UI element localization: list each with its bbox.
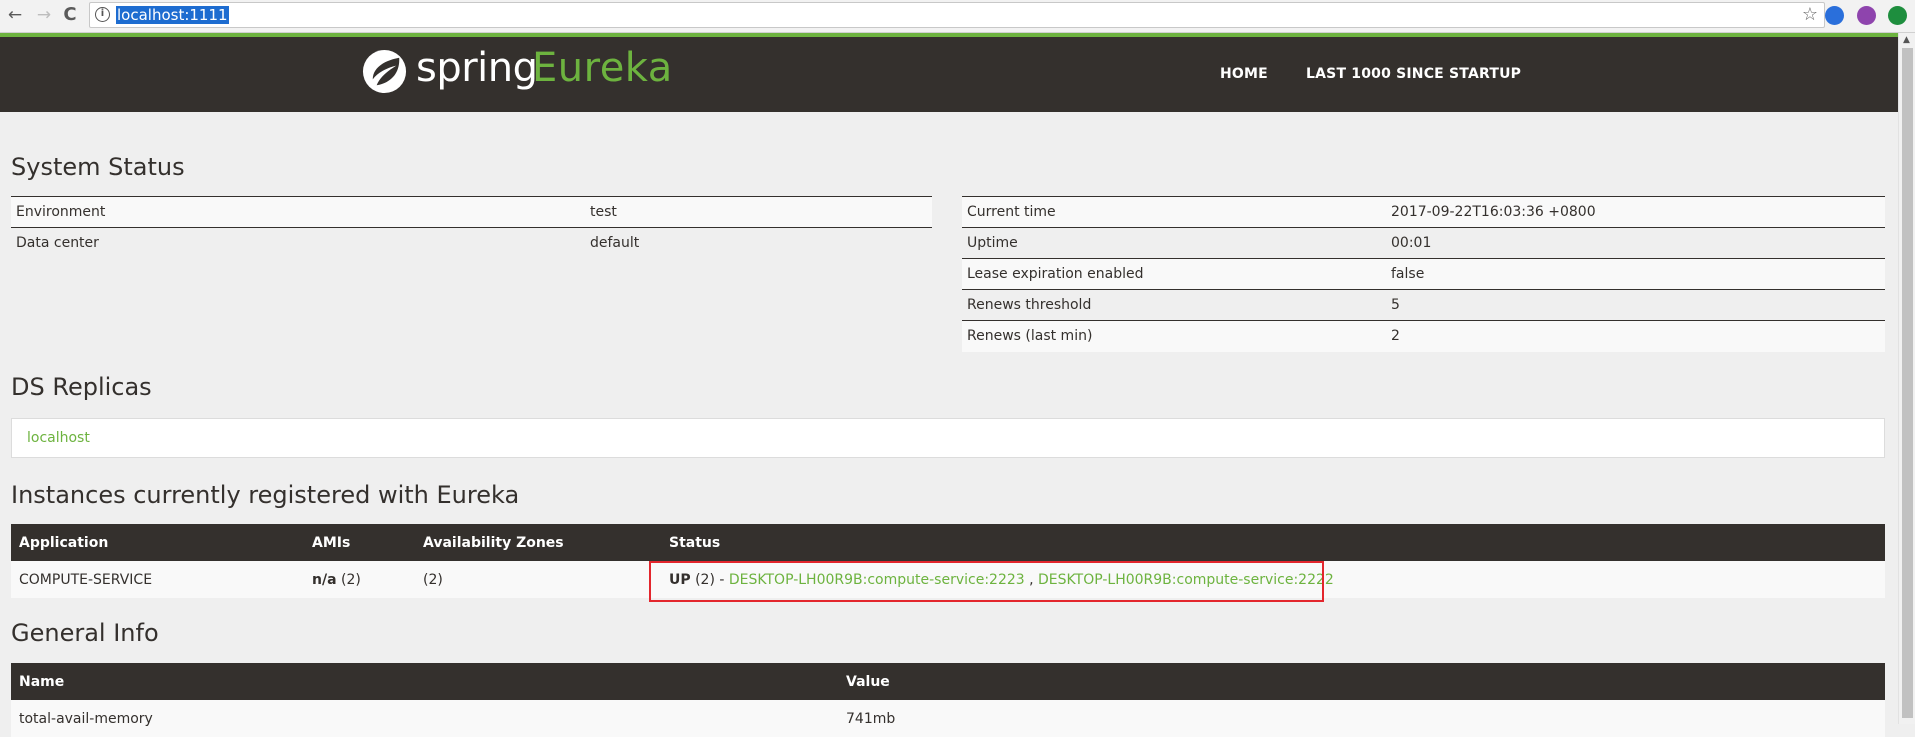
system-status-left-table: Environment test Data center default	[11, 196, 932, 259]
spring-leaf-logo-icon	[362, 49, 407, 94]
amis-label: n/a	[312, 571, 337, 588]
info-name: total-avail-memory	[11, 700, 838, 737]
site-info-icon[interactable]: i	[95, 7, 110, 22]
brand-spring: spring	[416, 45, 538, 91]
status-key: Lease expiration enabled	[962, 258, 1386, 290]
general-info-title: General Info	[11, 619, 159, 647]
chrome-extension-icon-green[interactable]	[1888, 6, 1907, 25]
system-status-right-table: Current time 2017-09-22T16:03:36 +0800 U…	[962, 196, 1885, 352]
back-arrow-icon[interactable]: ←	[3, 3, 27, 27]
status-highlight-box	[649, 561, 1324, 602]
address-bar[interactable]: i localhost:1111 ☆	[89, 2, 1825, 28]
forward-arrow-icon[interactable]: →	[32, 3, 56, 27]
status-key: Data center	[11, 227, 585, 259]
table-row: Renews (last min) 2	[962, 320, 1885, 352]
page-scrollbar[interactable]: ▲	[1898, 33, 1915, 724]
eureka-navbar: spring Eureka HOME LAST 1000 SINCE START…	[0, 33, 1898, 112]
nav-home-link[interactable]: HOME	[1220, 66, 1268, 82]
table-row: total-avail-memory 741mb	[11, 700, 1885, 737]
status-value: 2017-09-22T16:03:36 +0800	[1386, 196, 1885, 228]
table-row: Data center default	[11, 227, 932, 259]
status-value: false	[1386, 258, 1885, 290]
column-header-status: Status	[661, 524, 1885, 561]
chrome-extension-icon-blue[interactable]	[1825, 6, 1844, 25]
table-header-row: Name Value	[11, 663, 1885, 700]
brand-eureka: Eureka	[532, 45, 673, 91]
chrome-extension-icon-purple[interactable]	[1857, 6, 1876, 25]
table-row: Lease expiration enabled false	[962, 258, 1885, 290]
status-key: Renews threshold	[962, 289, 1386, 321]
status-value: 2	[1386, 320, 1885, 352]
status-key: Uptime	[962, 227, 1386, 259]
nav-last-1000-link[interactable]: LAST 1000 SINCE STARTUP	[1306, 66, 1521, 82]
bookmark-star-icon[interactable]: ☆	[1802, 4, 1818, 25]
status-value: 00:01	[1386, 227, 1885, 259]
column-header-value: Value	[838, 663, 1885, 700]
table-row: Current time 2017-09-22T16:03:36 +0800	[962, 196, 1885, 228]
instances-title: Instances currently registered with Eure…	[11, 481, 520, 509]
amis-count: (2)	[340, 571, 361, 588]
table-row: Uptime 00:01	[962, 227, 1885, 259]
column-header-name: Name	[11, 663, 838, 700]
application-name: COMPUTE-SERVICE	[11, 561, 304, 598]
status-key: Renews (last min)	[962, 320, 1386, 352]
system-status-title: System Status	[11, 153, 185, 181]
reload-icon[interactable]: C	[58, 3, 82, 27]
scroll-up-arrow-icon[interactable]: ▲	[1903, 35, 1910, 45]
info-value: 741mb	[838, 700, 1885, 737]
general-info-table: Name Value total-avail-memory 741mb	[11, 663, 1885, 737]
table-header-row: Application AMIs Availability Zones Stat…	[11, 524, 1885, 561]
url-text[interactable]: localhost:1111	[116, 6, 229, 24]
status-value: 5	[1386, 289, 1885, 321]
zones-cell: (2)	[415, 561, 661, 598]
table-row: Renews threshold 5	[962, 289, 1885, 321]
column-header-amis: AMIs	[304, 524, 415, 561]
status-key: Current time	[962, 196, 1386, 228]
browser-toolbar: ← → C i localhost:1111 ☆	[0, 0, 1915, 33]
ds-replicas-list: localhost	[11, 418, 1885, 458]
status-value: default	[585, 227, 932, 259]
ds-replicas-title: DS Replicas	[11, 373, 152, 401]
status-key: Environment	[11, 196, 585, 228]
column-header-application: Application	[11, 524, 304, 561]
replica-link[interactable]: localhost	[27, 430, 90, 446]
amis-cell: n/a (2)	[304, 561, 415, 598]
status-value: test	[585, 196, 932, 228]
scrollbar-thumb[interactable]	[1902, 48, 1913, 718]
table-row: Environment test	[11, 196, 932, 228]
column-header-availability-zones: Availability Zones	[415, 524, 661, 561]
